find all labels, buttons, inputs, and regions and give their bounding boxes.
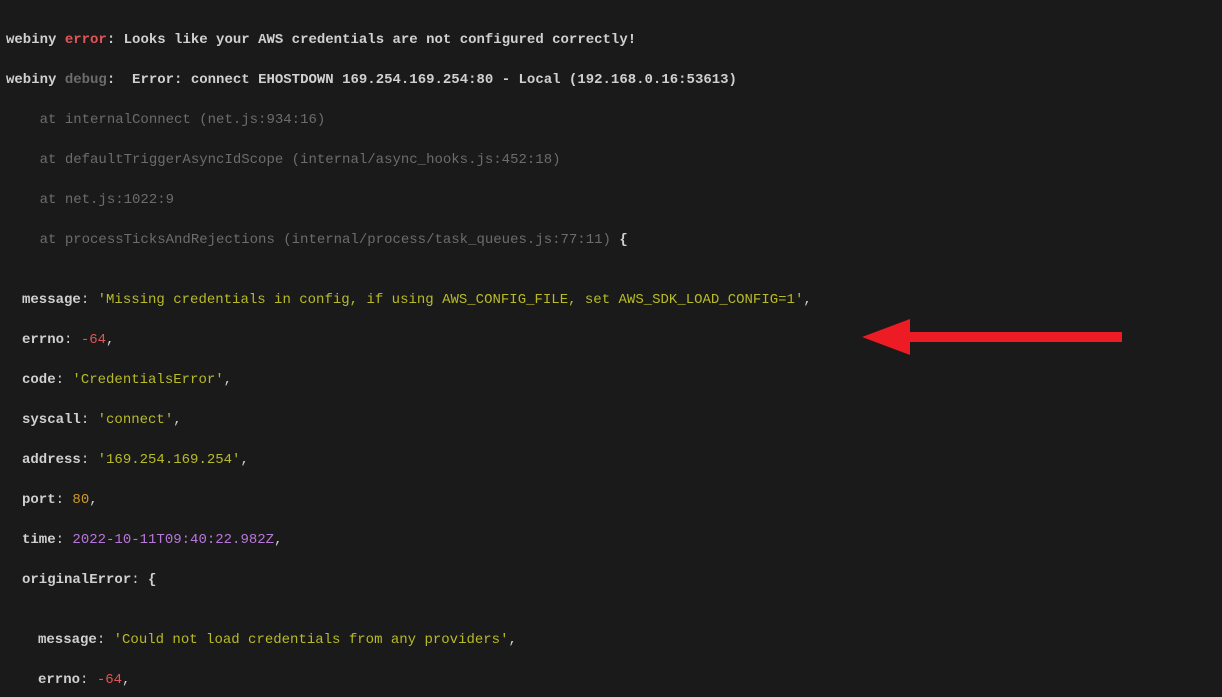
kv-row: time: 2022-10-11T09:40:22.982Z, bbox=[6, 530, 1216, 550]
stacktrace-line: at defaultTriggerAsyncIdScope (internal/… bbox=[6, 150, 1216, 170]
log-prefix: webiny bbox=[6, 72, 56, 88]
kv-row: code: 'CredentialsError', bbox=[6, 370, 1216, 390]
kv-row: syscall: 'connect', bbox=[6, 410, 1216, 430]
kv-row: message: 'Missing credentials in config,… bbox=[6, 290, 1216, 310]
level-error: error bbox=[65, 32, 107, 48]
stacktrace-line: at internalConnect (net.js:934:16) bbox=[6, 110, 1216, 130]
log-prefix: webiny bbox=[6, 32, 56, 48]
debug-line: webiny debug: Error: connect EHOSTDOWN 1… bbox=[6, 70, 1216, 90]
kv-row: port: 80, bbox=[6, 490, 1216, 510]
kv-row: errno: -64, bbox=[6, 330, 1216, 350]
kv-row: originalError: { bbox=[6, 570, 1216, 590]
debug-message: : Error: connect EHOSTDOWN 169.254.169.2… bbox=[107, 72, 737, 88]
stacktrace-line: at processTicksAndRejections (internal/p… bbox=[6, 230, 1216, 250]
error-line: webiny error: Looks like your AWS creden… bbox=[6, 30, 1216, 50]
error-message: : Looks like your AWS credentials are no… bbox=[107, 32, 636, 48]
kv-row: address: '169.254.169.254', bbox=[6, 450, 1216, 470]
kv-row: message: 'Could not load credentials fro… bbox=[6, 630, 1216, 650]
level-debug: debug bbox=[65, 72, 107, 88]
terminal-output: webiny error: Looks like your AWS creden… bbox=[0, 0, 1222, 697]
kv-row: errno: -64, bbox=[6, 670, 1216, 690]
stacktrace-line: at net.js:1022:9 bbox=[6, 190, 1216, 210]
